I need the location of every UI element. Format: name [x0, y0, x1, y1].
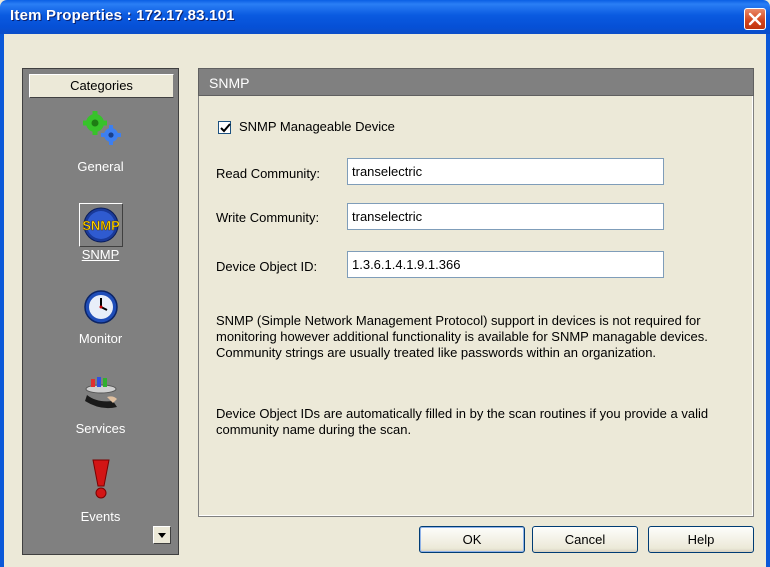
sidebar-item-snmp[interactable]: SNMP SNMP [23, 203, 178, 267]
close-button[interactable] [744, 8, 766, 30]
object-id-description: Device Object IDs are automatically fill… [216, 406, 709, 437]
services-icon [83, 373, 119, 409]
sidebar-item-label: Monitor [78, 331, 123, 346]
item-properties-dialog: Item Properties : 172.17.83.101 Categori… [0, 0, 770, 567]
categories-sidebar: Categories General SNMP SNMP Monitor Ser… [22, 68, 179, 555]
sidebar-item-label: Services [75, 421, 126, 436]
gears-icon [83, 111, 121, 147]
read-community-label: Read Community: [216, 166, 321, 181]
sidebar-item-label: General [77, 159, 124, 174]
read-community-input[interactable] [347, 158, 664, 185]
panel-title: SNMP [198, 68, 754, 96]
close-icon [748, 12, 762, 26]
sidebar-item-monitor[interactable]: Monitor [23, 283, 178, 353]
window-frame-right [766, 34, 770, 567]
snmp-description: SNMP (Simple Network Management Protocol… [216, 313, 708, 360]
sidebar-scroll-down-button[interactable] [153, 526, 171, 544]
checkmark-icon [220, 123, 231, 133]
triangle-down-icon [158, 533, 166, 538]
window-frame-left [0, 34, 4, 567]
snmp-manageable-checkbox[interactable] [218, 121, 231, 134]
write-community-input[interactable] [347, 203, 664, 230]
sidebar-item-label: SNMP [81, 247, 120, 262]
write-community-label: Write Community: [216, 210, 320, 225]
clock-icon [83, 289, 119, 325]
sidebar-item-events[interactable]: Events [23, 457, 178, 529]
exclamation-icon [83, 459, 119, 499]
sidebar-item-general[interactable]: General [23, 107, 178, 187]
title-bar[interactable]: Item Properties : 172.17.83.101 [0, 0, 770, 34]
snmp-icon: SNMP [82, 207, 120, 243]
sidebar-item-label: Events [80, 509, 121, 524]
sidebar-item-services[interactable]: Services [23, 369, 178, 441]
snmp-manageable-label[interactable]: SNMP Manageable Device [239, 119, 395, 134]
svg-text:SNMP: SNMP [83, 218, 119, 233]
device-object-id-label: Device Object ID: [216, 259, 318, 274]
help-button[interactable]: Help [648, 526, 754, 553]
categories-header: Categories [29, 74, 174, 98]
ok-button[interactable]: OK [419, 526, 525, 553]
window-title: Item Properties : 172.17.83.101 [10, 7, 235, 24]
cancel-button[interactable]: Cancel [532, 526, 638, 553]
device-object-id-input[interactable] [347, 251, 664, 278]
